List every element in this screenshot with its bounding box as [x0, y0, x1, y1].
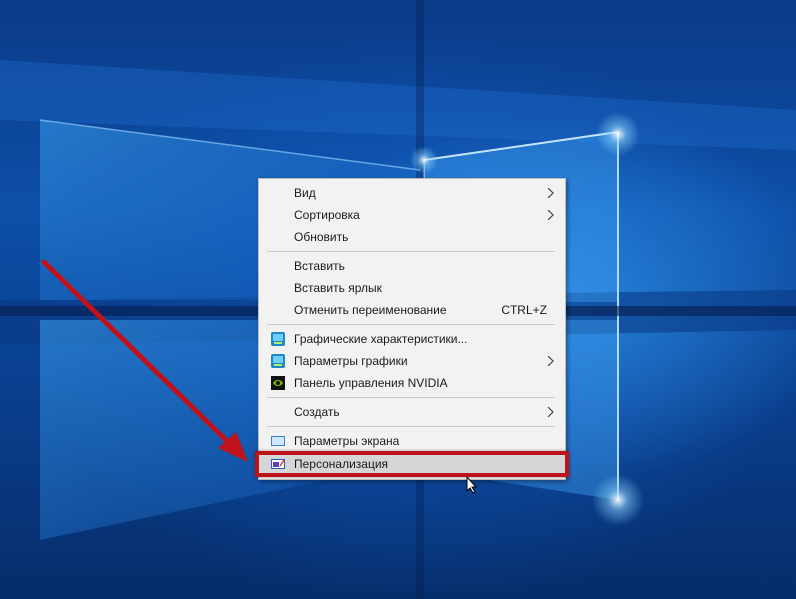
annotation-arrow: [41, 259, 248, 462]
mouse-cursor-icon: [466, 476, 478, 494]
